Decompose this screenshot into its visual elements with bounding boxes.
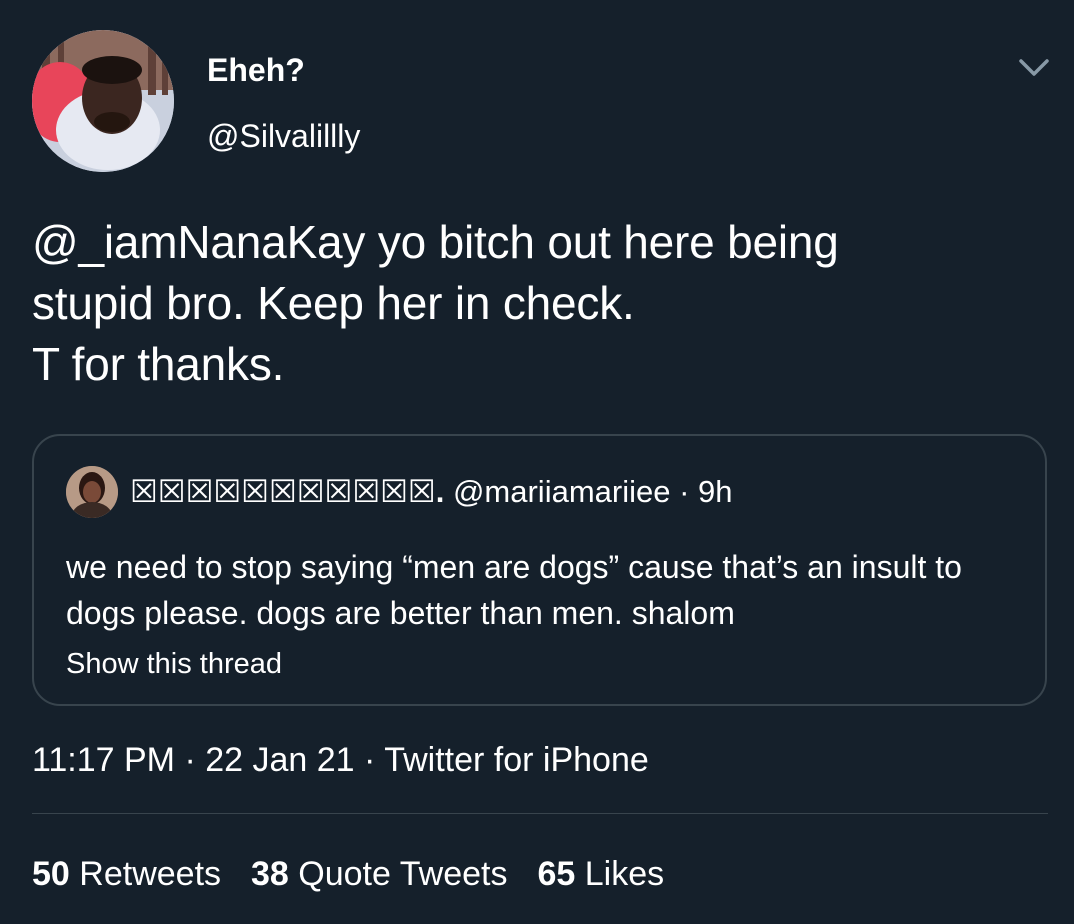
show-thread-link[interactable]: Show this thread (66, 644, 282, 684)
retweets-stat[interactable]: 50 Retweets (32, 852, 221, 896)
engagement-stats: 50 Retweets 38 Quote Tweets 65 Likes (32, 852, 694, 896)
tweet-text: @_iamNanaKay yo bitch out here being stu… (32, 216, 839, 390)
quoted-author-handle: @mariiamariiee (452, 474, 671, 509)
timestamp-separator: · (175, 741, 206, 779)
chevron-down-icon[interactable] (1014, 52, 1054, 84)
likes-stat[interactable]: 65 Likes (537, 852, 664, 896)
quoted-tweet-card[interactable]: ☒☒☒☒☒☒☒☒☒☒☒. @mariiamariiee · 9h we need… (32, 434, 1047, 706)
author-display-name[interactable]: Eheh? (207, 50, 305, 90)
divider (32, 813, 1048, 814)
author-avatar[interactable] (32, 30, 174, 172)
tweet-detail: Eheh? @Silvalillly @_iamNanaKay yo bitch… (0, 0, 1074, 924)
quoted-tweet-header: ☒☒☒☒☒☒☒☒☒☒☒. @mariiamariiee · 9h (130, 472, 733, 512)
quoted-separator: · (670, 474, 699, 509)
quoted-avatar-photo (66, 466, 118, 518)
tweet-date[interactable]: 22 Jan 21 (205, 741, 354, 779)
tweet-source[interactable]: Twitter for iPhone (384, 741, 649, 779)
tweet-timestamp: 11:17 PM · 22 Jan 21 · Twitter for iPhon… (32, 738, 649, 782)
retweets-count: 50 (32, 855, 70, 893)
avatar-photo (32, 30, 174, 172)
tweet-time[interactable]: 11:17 PM (32, 741, 175, 779)
retweets-label: Retweets (79, 855, 222, 893)
likes-count: 65 (537, 855, 576, 893)
likes-label: Likes (584, 855, 665, 893)
quote-tweets-stat[interactable]: 38 Quote Tweets (251, 852, 507, 896)
quoted-author-avatar (66, 466, 118, 518)
quoted-author-name: ☒☒☒☒☒☒☒☒☒☒☒. (130, 474, 445, 509)
quote-tweets-count: 38 (251, 855, 289, 893)
quoted-tweet-text: we need to stop saying “men are dogs” ca… (66, 549, 962, 631)
quote-tweets-label: Quote Tweets (298, 855, 508, 893)
author-handle[interactable]: @Silvalillly (207, 116, 360, 156)
quoted-time: 9h (698, 474, 733, 509)
source-separator: · (354, 741, 385, 779)
